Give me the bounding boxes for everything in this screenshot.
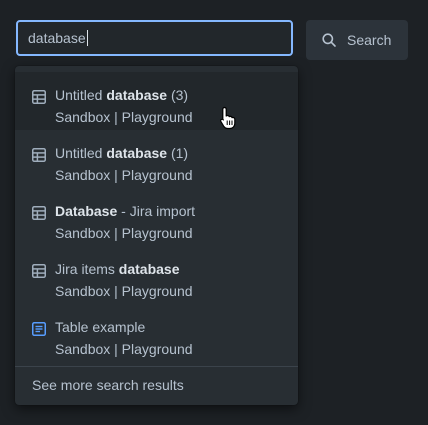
page-icon [32,322,46,336]
result-path: Sandbox | Playground [55,167,193,183]
database-table-icon [32,206,46,220]
result-title: Untitled database (3) [55,87,189,103]
result-title: Table example [55,319,146,335]
search-results-dropdown: Untitled database (3) Sandbox | Playgrou… [15,66,298,405]
result-title-match: database [106,145,168,161]
search-icon [322,33,336,47]
result-path: Sandbox | Playground [55,225,193,241]
search-input-value: database [28,30,86,46]
see-more-results-link[interactable]: See more search results [32,377,184,393]
result-path: Sandbox | Playground [55,109,193,125]
result-path: Sandbox | Playground [55,341,193,357]
result-path: Sandbox | Playground [55,283,193,299]
dropdown-divider [15,366,298,367]
search-button-label: Search [347,32,392,48]
search-result-item[interactable]: Database - Jira import Sandbox | Playgro… [15,188,298,246]
search-result-item[interactable]: Untitled database (3) Sandbox | Playgrou… [15,72,298,130]
search-result-item[interactable]: Table example Sandbox | Playground [15,304,298,362]
result-title-match: database [118,261,180,277]
search-button[interactable]: Search [306,20,408,60]
search-input[interactable]: database [16,20,293,56]
database-table-icon [32,90,46,104]
result-title-match: database [106,87,168,103]
database-table-icon [32,148,46,162]
hand-pointer-cursor-icon [220,106,236,130]
text-caret [86,30,88,46]
search-result-item[interactable]: Jira items database Sandbox | Playground [15,246,298,304]
result-title: Jira items database [55,261,180,277]
search-result-item[interactable]: Untitled database (1) Sandbox | Playgrou… [15,130,298,188]
result-title: Untitled database (1) [55,145,189,161]
result-title-match: Database [55,203,118,219]
result-title: Database - Jira import [55,203,196,219]
database-table-icon [32,264,46,278]
